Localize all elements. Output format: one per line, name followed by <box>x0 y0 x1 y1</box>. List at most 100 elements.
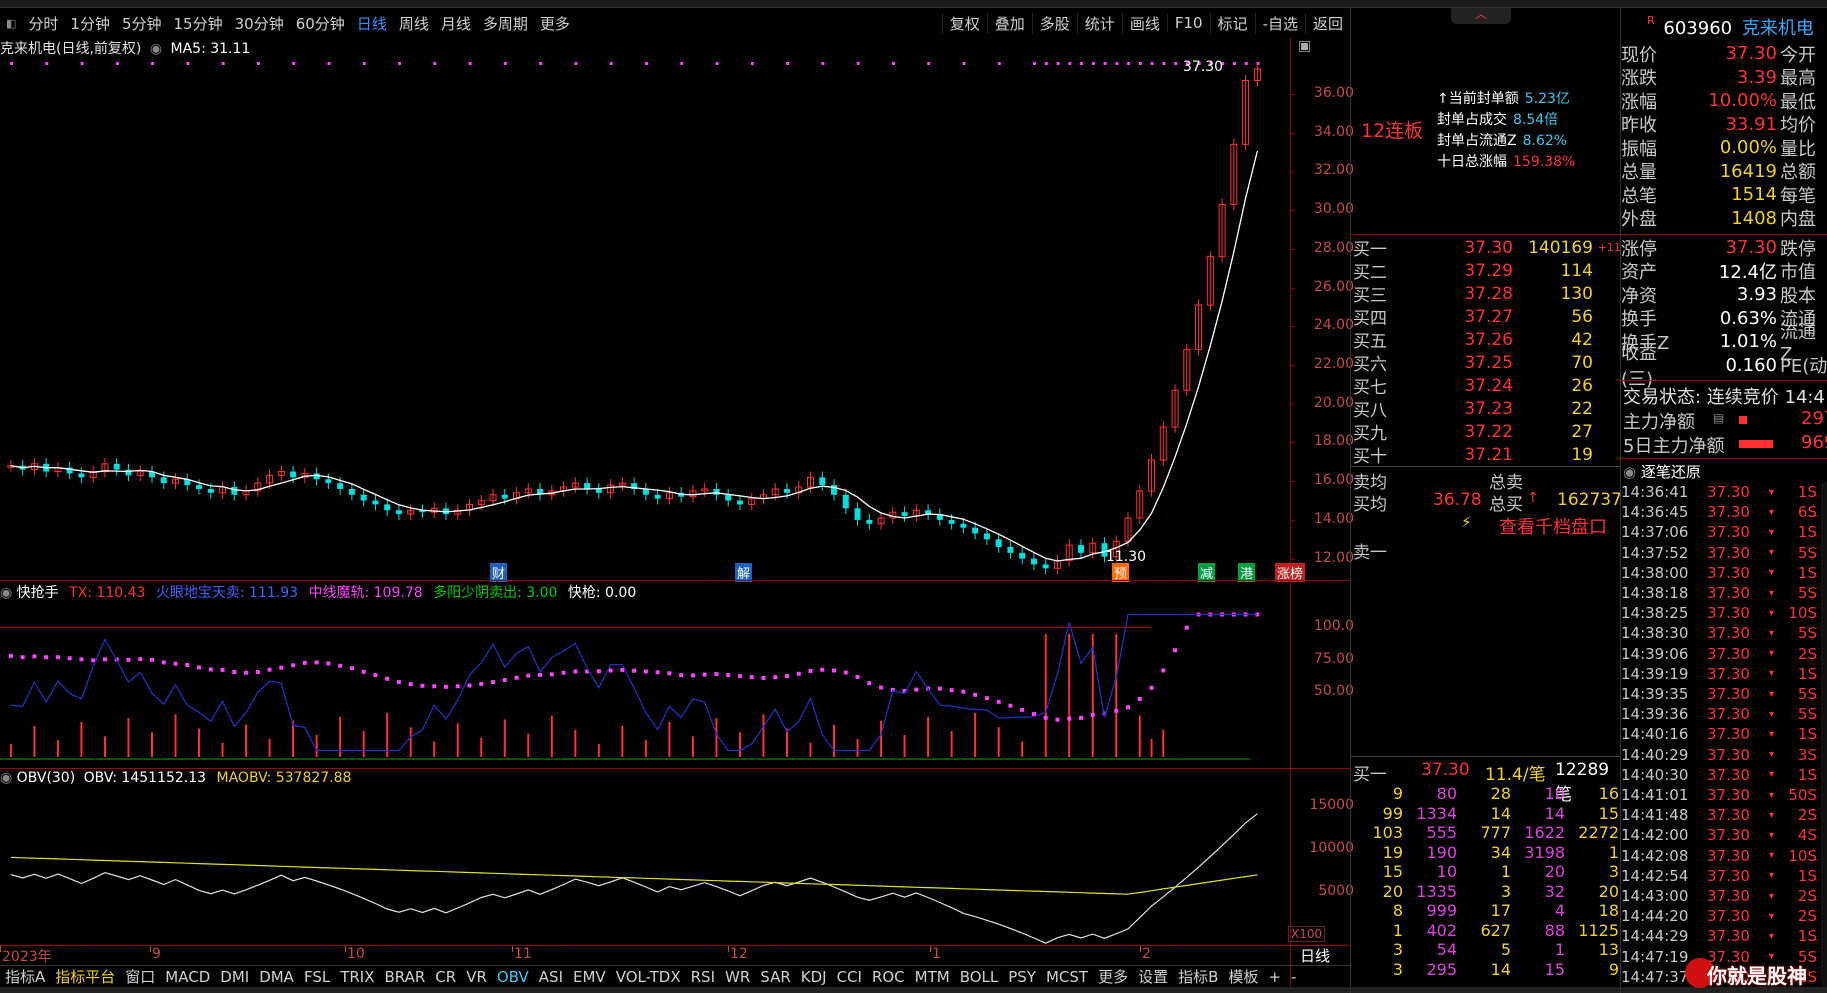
tool-button[interactable]: F10 <box>1166 14 1210 32</box>
expand-icon[interactable]: ▣ <box>1298 38 1311 54</box>
candlestick-chart[interactable] <box>0 55 1290 588</box>
bid-volume: 140169 <box>1528 237 1593 258</box>
scroll-indicator[interactable] <box>1821 482 1827 987</box>
indicator-tab[interactable]: DMA <box>254 968 299 986</box>
bid-row[interactable]: 买三 37.28 130 <box>1351 282 1621 307</box>
obv-chart[interactable] <box>0 787 1290 945</box>
indicator-tab[interactable]: 窗口 <box>120 966 160 987</box>
indicator-tab[interactable]: ASI <box>534 968 568 986</box>
indicator-tab[interactable]: RSI <box>686 968 720 986</box>
indicator-tab[interactable]: 指标平台 <box>50 966 120 987</box>
trade-state: 交易状态: 连续竞价 14:4 <box>1623 387 1825 408</box>
mid-track-dot <box>514 675 519 680</box>
indicator-tab[interactable]: CCI <box>832 968 867 986</box>
collapse-icon[interactable]: ◉ <box>1623 463 1636 481</box>
signal-dot <box>997 62 1001 65</box>
sidebar-toggle-icon[interactable]: ◧ <box>0 17 22 30</box>
indicator-tab[interactable]: 设置 <box>1133 966 1173 987</box>
indicator-tab[interactable]: MCST <box>1041 968 1093 986</box>
tool-button[interactable]: 标记 <box>1209 12 1255 34</box>
bid-row[interactable]: 买八 37.23 22 <box>1351 397 1621 422</box>
indicator-tab[interactable]: 指标B <box>1173 966 1223 987</box>
mid-track-dot <box>937 686 942 691</box>
candle-body <box>725 494 732 501</box>
down-arrow-icon: ▾ <box>1769 688 1775 700</box>
period-tab[interactable]: 5分钟 <box>116 13 168 34</box>
indicator-tab[interactable]: ROC <box>867 968 910 986</box>
queue-row: 9 80 28 10 16 <box>1351 784 1621 803</box>
signal-dot <box>786 62 790 65</box>
indicator-tab[interactable]: + <box>1263 968 1286 986</box>
bid-row[interactable]: 买十 37.21 19 <box>1351 443 1621 468</box>
indicator-tab[interactable]: FSL <box>299 968 335 986</box>
tick-row: 14:40:30 37.30 ▾ 1S <box>1621 765 1821 785</box>
tick-list[interactable]: 14:36:41 37.30 ▾ 1S 14:36:45 37.30 ▾ 6S 14:37:06… <box>1621 482 1827 987</box>
price-tick-label: 36.00 <box>1313 85 1354 102</box>
tool-button[interactable]: 叠加 <box>986 12 1032 34</box>
period-tab[interactable]: 30分钟 <box>229 13 290 34</box>
tool-button[interactable]: 复权 <box>941 12 987 34</box>
bid-row[interactable]: 买四 37.27 56 <box>1351 305 1621 330</box>
indicator-tab[interactable]: TRIX <box>335 968 379 986</box>
bid-row[interactable]: 买六 37.25 70 <box>1351 351 1621 376</box>
queue-row: 20 1335 3 32 20 <box>1351 882 1621 901</box>
bid-row[interactable]: 买一 37.30 140169 +11 <box>1351 236 1621 261</box>
queue-cell: 14 <box>1490 959 1511 979</box>
mid-track-dot <box>455 684 460 689</box>
period-tab[interactable]: 月线 <box>435 13 477 34</box>
indicator-tab[interactable]: 指标A <box>0 966 50 987</box>
period-tab[interactable]: 更多 <box>534 13 576 34</box>
period-tab[interactable]: 周线 <box>393 13 435 34</box>
bid-row[interactable]: 买二 37.29 114 <box>1351 259 1621 284</box>
indicator-tab[interactable]: VOL-TDX <box>611 968 686 986</box>
order-book-panel: ︿ 12连板 ↑当前封单额 5.23亿 封单占成交 8.54倍 封单占流通Z 8.62% 十… <box>1350 7 1622 993</box>
indicator-tab[interactable]: WR <box>720 968 755 986</box>
collapse-icon[interactable]: ◉ <box>0 770 12 786</box>
indicator-tab[interactable]: EMV <box>568 968 611 986</box>
indicator-tab[interactable]: CR <box>430 968 461 986</box>
indicator-tab[interactable]: KDJ <box>796 968 832 986</box>
tool-button[interactable]: 多股 <box>1031 12 1077 34</box>
list-icon[interactable]: ▤ <box>1713 411 1724 425</box>
collapse-tab[interactable]: ︿ <box>1451 7 1511 24</box>
queue-cell: 999 <box>1426 901 1457 920</box>
tool-button[interactable]: 返回 <box>1304 12 1350 34</box>
price-tick-label: 32.00 <box>1313 162 1354 179</box>
period-tab[interactable]: 15分钟 <box>168 13 229 34</box>
period-tab[interactable]: 分时 <box>22 13 64 34</box>
tool-button[interactable]: -自选 <box>1254 12 1305 34</box>
indicator-tab[interactable]: MTM <box>910 968 955 986</box>
candle-body <box>325 479 332 484</box>
view-1000-link[interactable]: ⚡ 查看千档盘口 <box>1351 513 1621 539</box>
indicator-tab[interactable]: 模板 <box>1223 966 1263 987</box>
time-tick <box>1140 946 1141 952</box>
bid-row[interactable]: 买九 37.22 27 <box>1351 420 1621 445</box>
indicator-tab[interactable]: DMI <box>215 968 254 986</box>
indicator-tabs: 指标A 指标平台 窗口 MACD DMI DMA FSL TRIX BRAR CR VR OBV ASI… <box>0 965 1350 987</box>
mid-track-dot <box>714 672 719 677</box>
indicator-tab[interactable]: BOLL <box>955 968 1004 986</box>
collapse-icon[interactable]: ◉ <box>0 585 12 601</box>
indicator1-chart[interactable] <box>0 600 1290 765</box>
signal-dot <box>186 62 190 65</box>
tick-price: 37.30 <box>1707 705 1750 724</box>
indicator-tab[interactable]: BRAR <box>380 968 431 986</box>
bid-row[interactable]: 买五 37.26 42 <box>1351 328 1621 353</box>
period-tab[interactable]: 多周期 <box>477 13 534 34</box>
mid-track-value: 中线魔轨: 109.78 <box>308 585 423 601</box>
indicator-tab[interactable]: SAR <box>755 968 795 986</box>
period-tab[interactable]: 日线 <box>351 13 393 34</box>
candle-body <box>713 488 720 495</box>
indicator-tab[interactable]: VR <box>461 968 492 986</box>
indicator-tab[interactable]: - <box>1286 968 1301 986</box>
period-tab[interactable]: 1分钟 <box>64 13 116 34</box>
tool-button[interactable]: 统计 <box>1076 12 1122 34</box>
indicator-tab[interactable]: OBV <box>492 968 534 986</box>
tick-time: 14:43:00 <box>1621 887 1689 905</box>
tool-button[interactable]: 画线 <box>1121 12 1167 34</box>
indicator-tab[interactable]: MACD <box>160 968 215 986</box>
indicator-tab[interactable]: PSY <box>1003 968 1041 986</box>
indicator-tab[interactable]: 更多 <box>1093 966 1133 987</box>
bid-row[interactable]: 买七 37.24 26 <box>1351 374 1621 399</box>
period-tab[interactable]: 60分钟 <box>290 13 351 34</box>
